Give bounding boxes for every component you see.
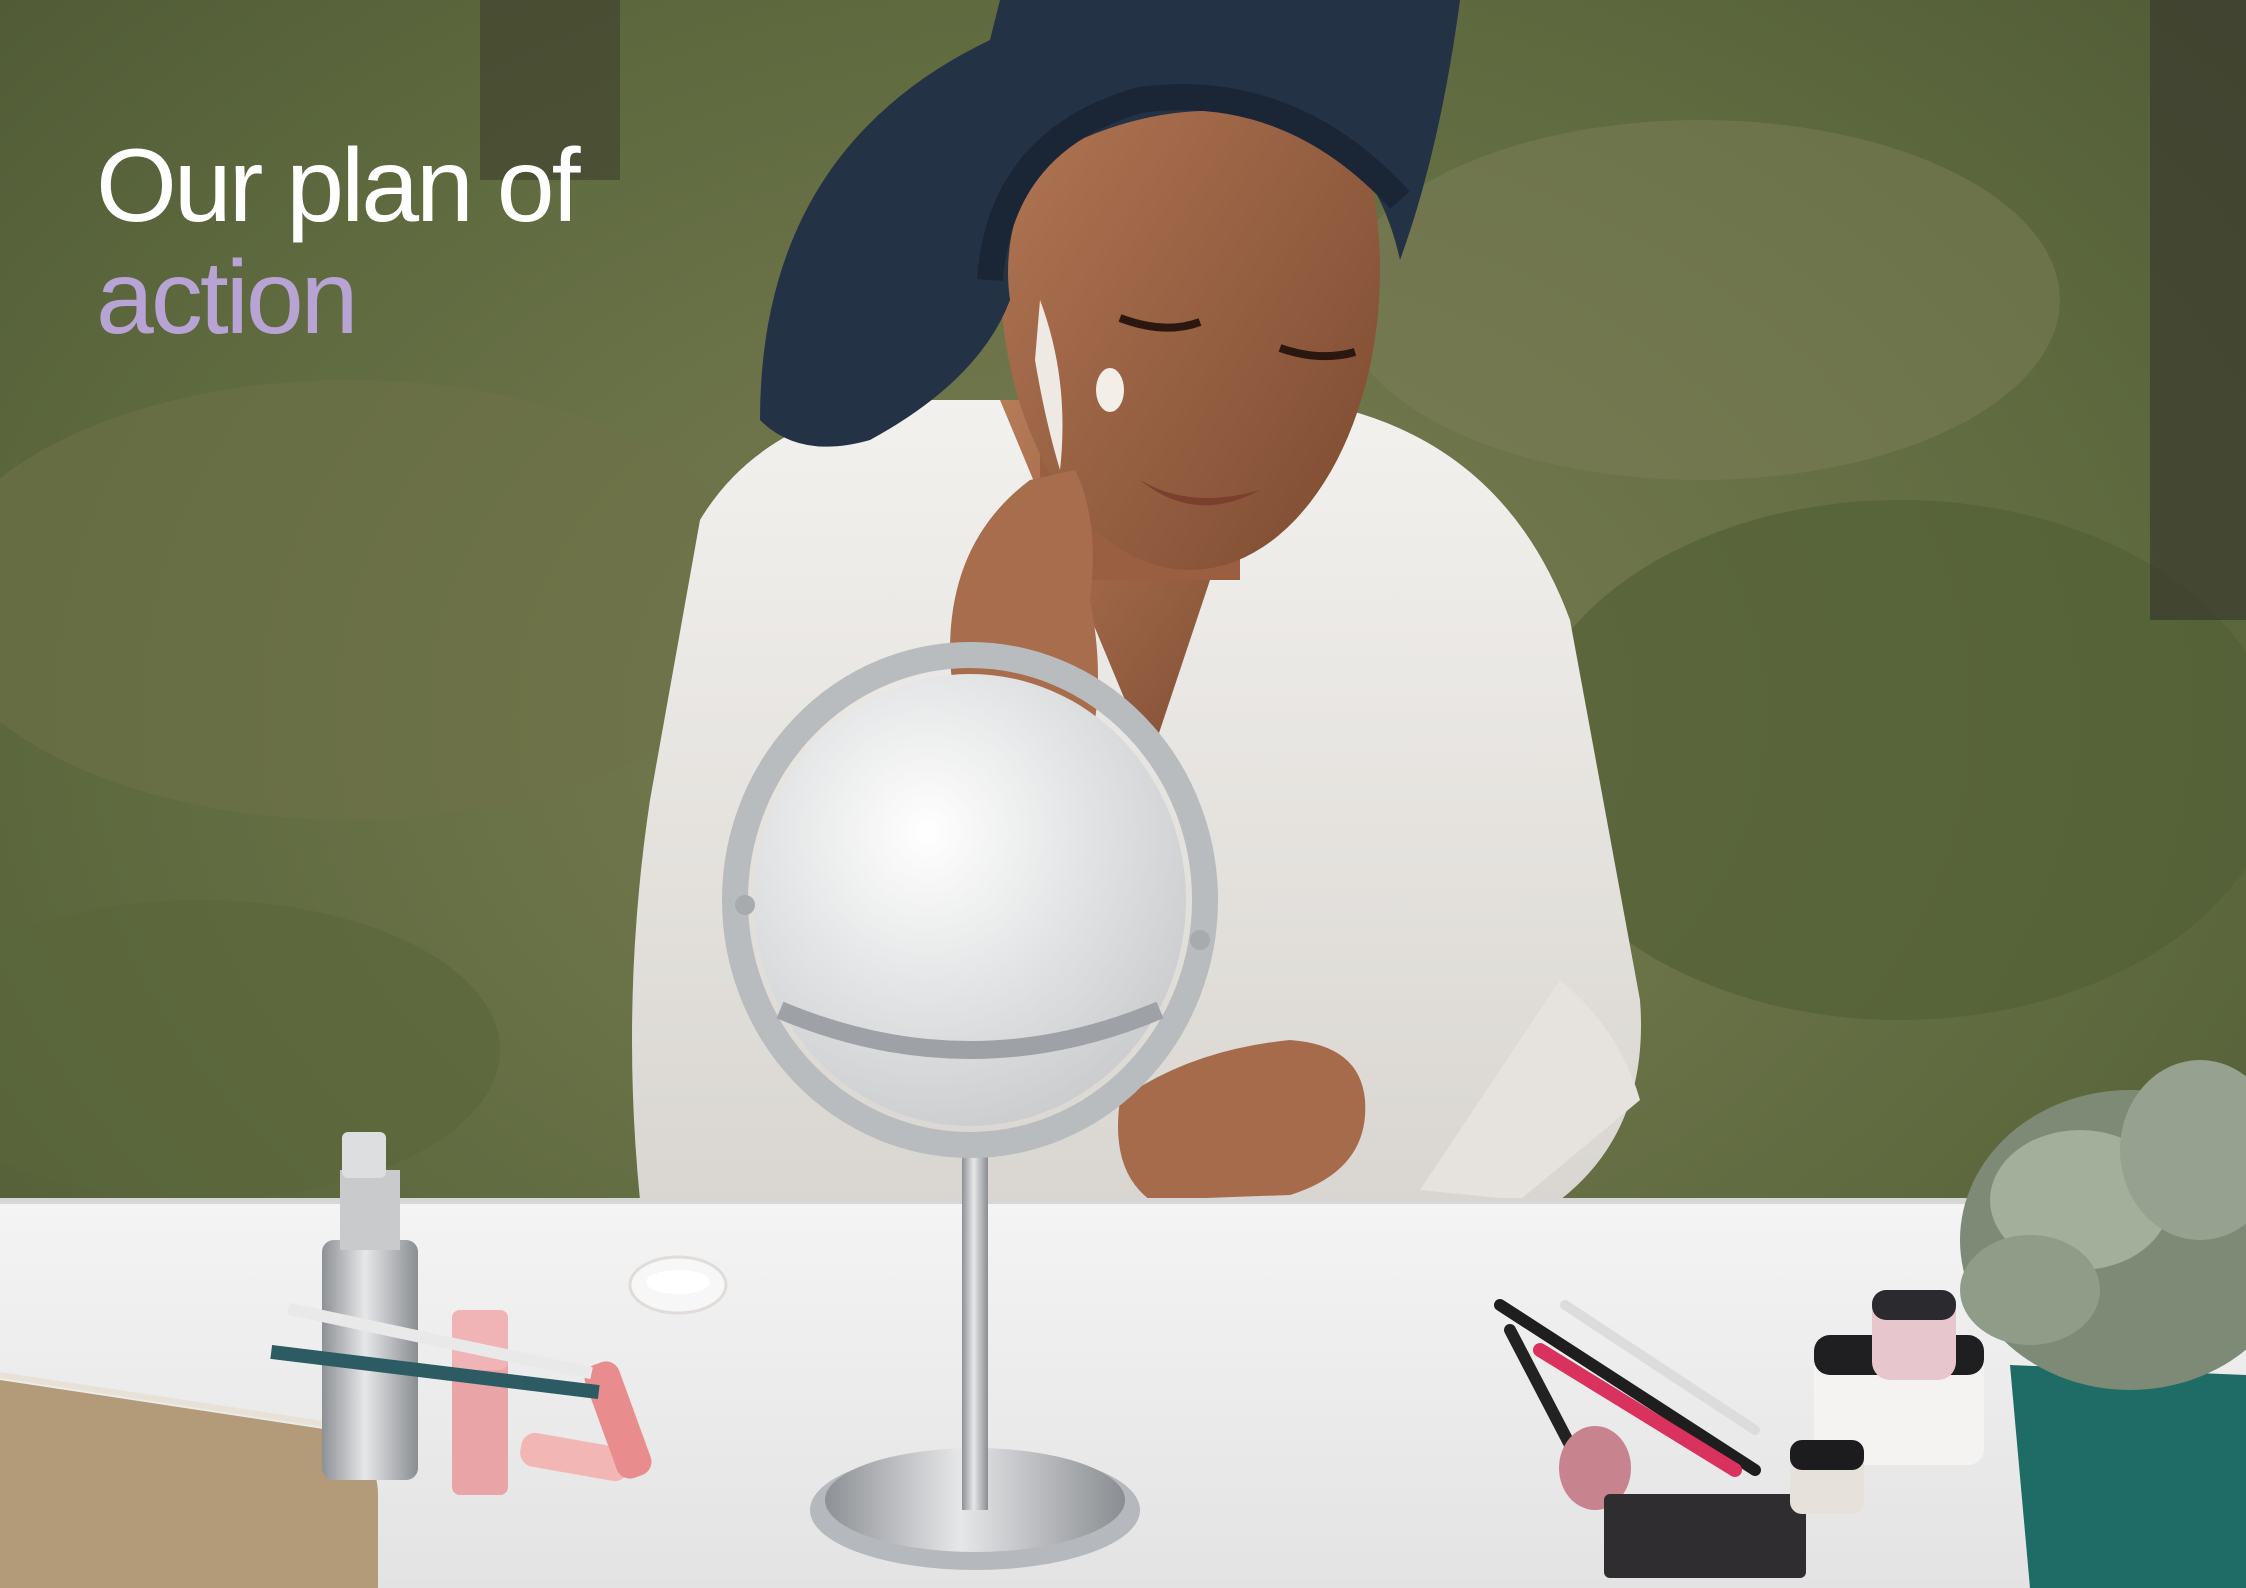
title-line-2-accent: action xyxy=(96,240,359,356)
slide: Our plan of action xyxy=(0,0,2246,1588)
title-line-1: Our plan of xyxy=(96,128,581,244)
slide-title: Our plan of action xyxy=(96,128,581,356)
